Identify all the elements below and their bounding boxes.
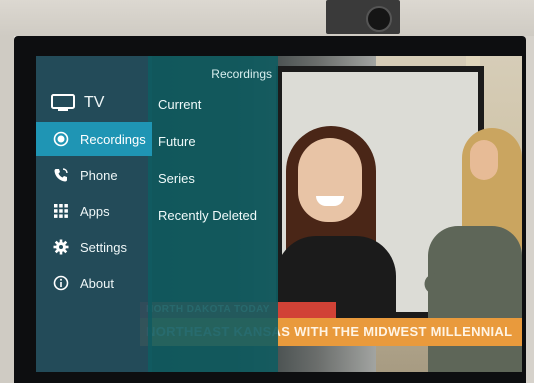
- menu-item-about[interactable]: About: [36, 266, 152, 300]
- menu-item-recordings[interactable]: Recordings: [36, 122, 152, 156]
- submenu-item-series[interactable]: Series: [148, 160, 278, 197]
- menu-item-label: Settings: [80, 239, 127, 255]
- guest-face: [298, 138, 362, 222]
- menu-item-settings[interactable]: Settings: [36, 230, 152, 264]
- info-icon: [50, 275, 72, 291]
- submenu-title: Recordings: [211, 67, 272, 81]
- wall-mount-bracket: [326, 0, 400, 34]
- host-face: [470, 140, 498, 180]
- menu-item-phone[interactable]: Phone: [36, 158, 152, 192]
- menu-item-label: About: [80, 275, 114, 291]
- recordings-submenu: Current Future Series Recently Deleted: [148, 86, 278, 234]
- host-body: [428, 226, 522, 372]
- menu-item-label: TV: [84, 94, 105, 111]
- phone-icon: [50, 167, 72, 183]
- submenu-item-current[interactable]: Current: [148, 86, 278, 123]
- wall-background: [0, 0, 534, 36]
- menu-item-label: Phone: [80, 167, 118, 183]
- tv-screen: NORTH DAKOTA TODAY NORTHEAST KANSAS WITH…: [36, 56, 522, 372]
- record-icon: [50, 131, 72, 147]
- main-menu: TV Recordings Phone Apps Settings About: [36, 86, 152, 302]
- gear-icon: [50, 239, 72, 255]
- menu-item-label: Apps: [80, 203, 110, 219]
- menu-item-tv[interactable]: TV: [36, 86, 152, 120]
- submenu-item-recently-deleted[interactable]: Recently Deleted: [148, 197, 278, 234]
- submenu-item-future[interactable]: Future: [148, 123, 278, 160]
- apps-grid-icon: [50, 203, 72, 219]
- tv-icon: [50, 94, 76, 111]
- menu-item-label: Recordings: [80, 131, 146, 147]
- wall-left: [0, 36, 14, 383]
- menu-item-apps[interactable]: Apps: [36, 194, 152, 228]
